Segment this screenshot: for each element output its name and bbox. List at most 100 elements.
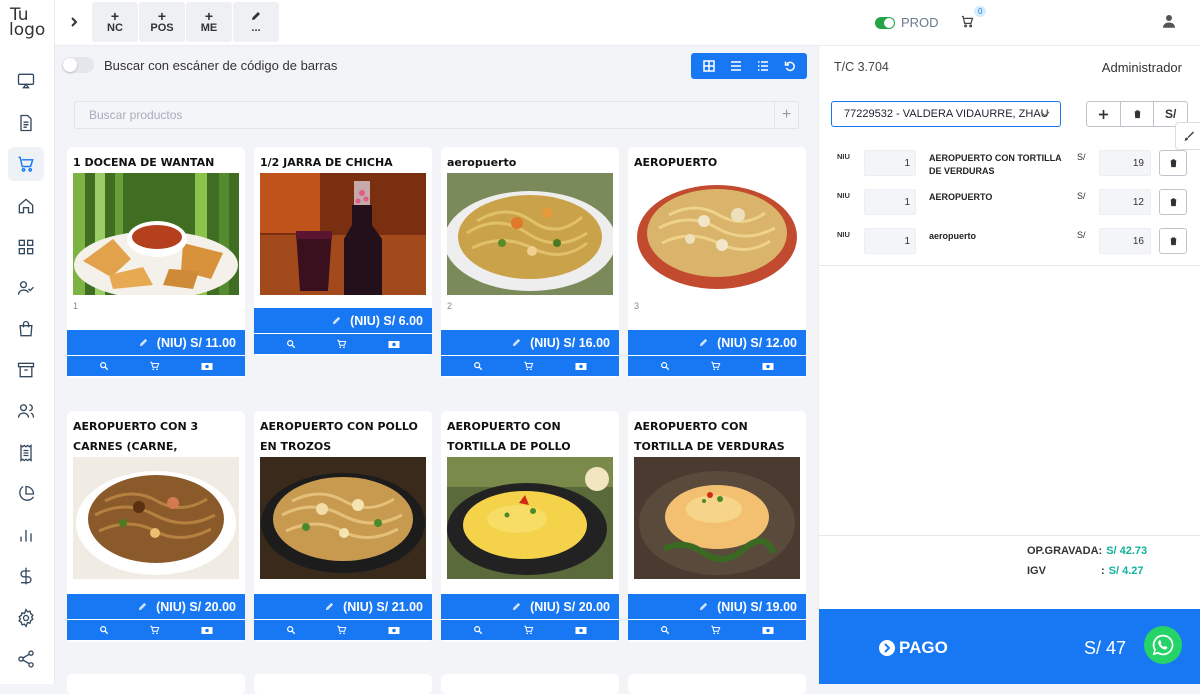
add-to-cart-icon[interactable] bbox=[336, 625, 347, 635]
search-icon[interactable] bbox=[99, 361, 109, 371]
sidebar-item-pie-chart[interactable] bbox=[8, 477, 44, 511]
product-card[interactable]: AEROPUERTO CON 3 CARNES (CARNE, CHANCHO … bbox=[67, 411, 245, 642]
product-card[interactable]: AEROPUERTO CON TORTILLA DE POLLO (NIU) S… bbox=[441, 411, 619, 642]
item-quantity-input[interactable]: 1 bbox=[864, 228, 916, 254]
search-icon[interactable] bbox=[286, 339, 296, 349]
grid-view-button[interactable] bbox=[702, 60, 715, 72]
scanner-switch[interactable] bbox=[62, 57, 94, 73]
product-card[interactable]: 1 DOCENA DE WANTAN FRITO 1 (NIU) S/ 11.0… bbox=[67, 147, 245, 378]
price-button[interactable]: (NIU) S/ 20.00 bbox=[441, 594, 619, 619]
product-image[interactable] bbox=[447, 457, 613, 579]
add-to-cart-icon[interactable] bbox=[336, 339, 347, 349]
list-view-button[interactable] bbox=[730, 60, 742, 72]
sidebar-item-users[interactable] bbox=[8, 394, 44, 428]
product-card[interactable] bbox=[628, 674, 806, 694]
item-price-input[interactable]: 16 bbox=[1099, 228, 1151, 254]
cash-icon[interactable] bbox=[762, 626, 774, 635]
sidebar-item-settings[interactable] bbox=[8, 601, 44, 635]
sidebar-item-grid[interactable] bbox=[8, 230, 44, 264]
item-quantity-input[interactable]: 1 bbox=[864, 189, 916, 215]
user-menu-button[interactable] bbox=[1160, 12, 1178, 30]
client-select[interactable]: 77229532 - VALDERA VIDAURRE, ZHAU bbox=[831, 101, 1061, 127]
search-icon[interactable] bbox=[473, 625, 483, 635]
price-button[interactable]: (NIU) S/ 11.00 bbox=[67, 330, 245, 355]
product-image[interactable] bbox=[73, 457, 239, 579]
product-image[interactable] bbox=[634, 173, 800, 295]
add-client-button[interactable] bbox=[1087, 102, 1121, 126]
sidebar-item-pos[interactable] bbox=[8, 147, 44, 181]
sidebar-item-documents[interactable] bbox=[8, 106, 44, 140]
edit-button[interactable]: ... bbox=[233, 2, 279, 42]
product-image[interactable] bbox=[73, 173, 239, 295]
price-button[interactable]: (NIU) S/ 16.00 bbox=[441, 330, 619, 355]
product-card[interactable] bbox=[67, 674, 245, 694]
product-card[interactable] bbox=[254, 674, 432, 694]
cash-icon[interactable] bbox=[575, 626, 587, 635]
cart-button[interactable] bbox=[960, 14, 975, 29]
product-card[interactable]: AEROPUERTO CON TORTILLA DE VERDURAS (NIU… bbox=[628, 411, 806, 642]
delete-item-button[interactable] bbox=[1159, 189, 1187, 215]
product-card[interactable]: 1/2 JARRA DE CHICHA (NIU) S/ 6.00 bbox=[254, 147, 432, 356]
item-price-input[interactable]: 12 bbox=[1099, 189, 1151, 215]
new-nc-button[interactable]: + NC bbox=[92, 2, 138, 42]
search-icon[interactable] bbox=[473, 361, 483, 371]
cash-icon[interactable] bbox=[201, 626, 213, 635]
cash-icon[interactable] bbox=[575, 362, 587, 371]
prod-switch[interactable] bbox=[875, 16, 895, 29]
sidebar-item-monitor[interactable] bbox=[8, 64, 44, 98]
product-card[interactable]: aeropuerto 2 (NIU) S/ 16.00 bbox=[441, 147, 619, 378]
cash-icon[interactable] bbox=[388, 626, 400, 635]
product-card[interactable]: AEROPUERTO 3 (NIU) S/ 12.00 bbox=[628, 147, 806, 378]
add-to-cart-icon[interactable] bbox=[523, 361, 534, 371]
cash-icon[interactable] bbox=[201, 362, 213, 371]
pay-button[interactable]: PAGO S/ 47 bbox=[819, 609, 1200, 684]
product-image[interactable] bbox=[447, 173, 613, 295]
item-price-input[interactable]: 19 bbox=[1099, 150, 1151, 176]
new-pos-button[interactable]: + POS bbox=[139, 2, 185, 42]
search-icon[interactable] bbox=[660, 361, 670, 371]
price-button[interactable]: (NIU) S/ 12.00 bbox=[628, 330, 806, 355]
add-to-cart-icon[interactable] bbox=[149, 625, 160, 635]
sidebar-item-archive[interactable] bbox=[8, 353, 44, 387]
whatsapp-button[interactable] bbox=[1144, 626, 1182, 664]
add-to-cart-icon[interactable] bbox=[710, 361, 721, 371]
price-button[interactable]: (NIU) S/ 20.00 bbox=[67, 594, 245, 619]
sidebar-item-shopping-bag[interactable] bbox=[8, 312, 44, 346]
barcode-scanner-toggle[interactable]: Buscar con escáner de código de barras bbox=[62, 57, 337, 73]
product-image[interactable] bbox=[634, 457, 800, 579]
delete-item-button[interactable] bbox=[1159, 228, 1187, 254]
item-quantity-input[interactable]: 1 bbox=[864, 150, 916, 176]
delete-item-button[interactable] bbox=[1159, 150, 1187, 176]
product-image[interactable] bbox=[260, 173, 426, 295]
add-to-cart-icon[interactable] bbox=[523, 625, 534, 635]
cash-icon[interactable] bbox=[388, 340, 400, 349]
expand-sidebar-button[interactable] bbox=[69, 16, 79, 28]
clear-order-button[interactable] bbox=[1121, 102, 1155, 126]
logo[interactable]: Tu logo bbox=[9, 7, 45, 39]
search-icon[interactable] bbox=[660, 625, 670, 635]
add-product-button[interactable]: + bbox=[774, 102, 798, 128]
product-card[interactable]: AEROPUERTO CON POLLO EN TROZOS (NIU) S/ … bbox=[254, 411, 432, 642]
sidebar-item-receipt[interactable] bbox=[8, 436, 44, 470]
sidebar-item-finance[interactable] bbox=[8, 559, 44, 593]
add-to-cart-icon[interactable] bbox=[710, 625, 721, 635]
sidebar-item-share[interactable] bbox=[8, 642, 44, 676]
sidebar-item-bar-chart[interactable] bbox=[8, 518, 44, 552]
price-button[interactable]: (NIU) S/ 6.00 bbox=[254, 308, 432, 333]
refresh-button[interactable] bbox=[784, 60, 796, 72]
sidebar-item-home[interactable] bbox=[8, 189, 44, 223]
search-input[interactable] bbox=[75, 102, 775, 128]
detail-list-view-button[interactable] bbox=[757, 60, 769, 72]
sidebar-item-user-check[interactable] bbox=[8, 271, 44, 305]
price-button[interactable]: (NIU) S/ 19.00 bbox=[628, 594, 806, 619]
price-button[interactable]: (NIU) S/ 21.00 bbox=[254, 594, 432, 619]
cash-icon[interactable] bbox=[762, 362, 774, 371]
search-icon[interactable] bbox=[99, 625, 109, 635]
search-icon[interactable] bbox=[286, 625, 296, 635]
environment-toggle[interactable]: PROD bbox=[875, 15, 939, 30]
add-to-cart-icon[interactable] bbox=[149, 361, 160, 371]
product-card[interactable] bbox=[441, 674, 619, 694]
product-image[interactable] bbox=[260, 457, 426, 579]
new-me-button[interactable]: + ME bbox=[186, 2, 232, 42]
customize-button[interactable] bbox=[1175, 122, 1200, 150]
